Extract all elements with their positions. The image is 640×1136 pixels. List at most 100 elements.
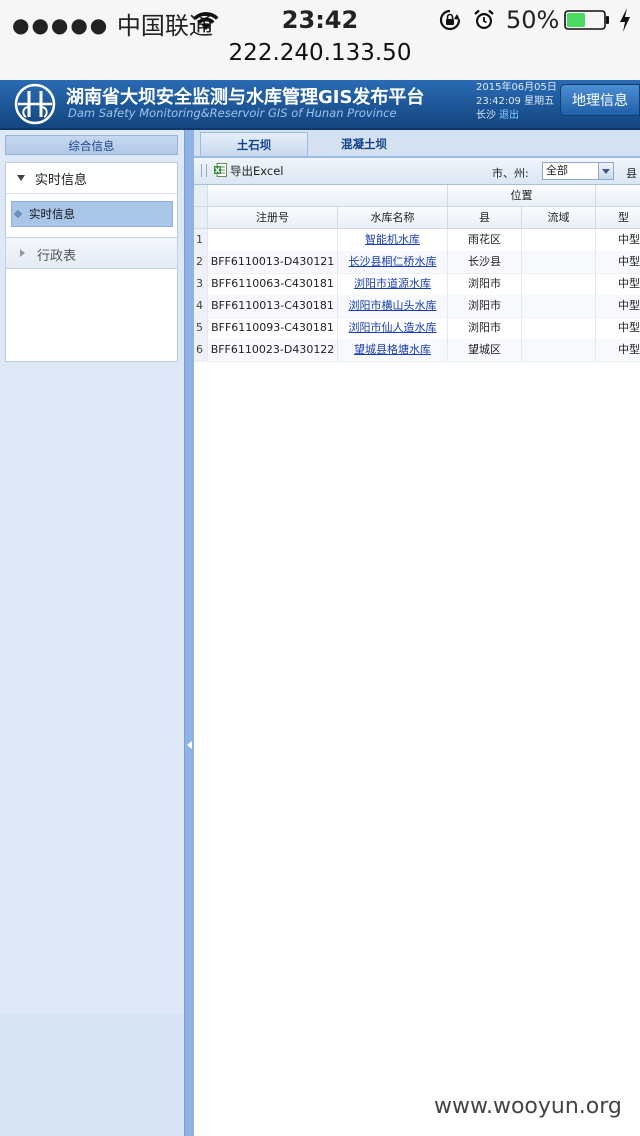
cell-reservoir-name: 智能机水库 — [338, 229, 448, 251]
status-bar: ●●●●● 中国联通 23:42 50% 222.240.133.50 — [0, 0, 640, 81]
accordion-realtime-header[interactable]: 实时信息 — [6, 163, 177, 194]
tab-concrete-dam[interactable]: 混凝土坝 — [310, 132, 418, 156]
cell-county: 浏阳市 — [448, 273, 522, 295]
col-header-reg-no[interactable]: 注册号 — [208, 207, 338, 228]
cell-county: 浏阳市 — [448, 295, 522, 317]
cell-reg-no: BFF6110023-D430122 — [208, 339, 338, 361]
cell-county: 长沙县 — [448, 251, 522, 273]
col-header-type[interactable]: 型 — [596, 207, 640, 228]
sidebar-header: 综合信息 — [5, 135, 178, 155]
cell-type: 中型 — [596, 317, 640, 339]
url-bar[interactable]: 222.240.133.50 — [0, 40, 640, 66]
row-number: 1 — [194, 229, 208, 251]
collapsed-arrow-icon — [20, 249, 25, 257]
accordion-realtime-label: 实时信息 — [35, 173, 88, 188]
cell-county: 望城区 — [448, 339, 522, 361]
col-header-basin[interactable]: 流域 — [522, 207, 596, 228]
row-number: 6 — [194, 339, 208, 361]
cell-basin — [522, 229, 596, 251]
cell-reg-no — [208, 229, 338, 251]
app-subtitle: Dam Safety Monitoring&Reservoir GIS of H… — [68, 106, 397, 120]
cell-reg-no: BFF6110093-C430181 — [208, 317, 338, 339]
header-datetime: 23:42:09 星期五 — [476, 96, 555, 107]
user-info: 长沙 退出 — [476, 109, 519, 123]
table-row[interactable]: 1 智能机水库 雨花区 中型 — [194, 229, 640, 252]
table-row[interactable]: 5 BFF6110093-C430181 浏阳市仙人造水库 浏阳市 中型 — [194, 317, 640, 340]
cell-reservoir-name: 长沙县桐仁桥水库 — [338, 251, 448, 273]
header-spacer — [596, 185, 640, 206]
charging-bolt-icon — [620, 8, 630, 32]
cell-type: 中型 — [596, 339, 640, 361]
toolbar-separator — [201, 164, 202, 177]
cell-basin — [522, 317, 596, 339]
col-header-reservoir-name[interactable]: 水库名称 — [338, 207, 448, 228]
reservoir-link[interactable]: 望城县格塘水库 — [354, 343, 431, 356]
alarm-icon — [474, 9, 494, 29]
watermark: www.wooyun.org — [434, 1094, 622, 1119]
chevron-down-icon[interactable] — [598, 163, 613, 179]
cell-reservoir-name: 望城县格塘水库 — [338, 339, 448, 361]
table-row[interactable]: 2 BFF6110013-D430121 长沙县桐仁桥水库 长沙县 中型 — [194, 251, 640, 274]
reservoir-link[interactable]: 智能机水库 — [365, 233, 420, 246]
header-date: 2015年06月05日 — [476, 82, 557, 93]
table-row[interactable]: 3 BFF6110063-C430181 浏阳市道源水库 浏阳市 中型 — [194, 273, 640, 296]
main-panel: 土石坝 混凝土坝 导出Excel 市、州: 全部 县 位置 注册号 水库名称 县… — [194, 130, 640, 1136]
cell-basin — [522, 251, 596, 273]
row-number: 4 — [194, 295, 208, 317]
accordion-admin-table[interactable]: 行政表 — [5, 237, 178, 269]
row-number: 5 — [194, 317, 208, 339]
cell-basin — [522, 273, 596, 295]
geo-info-button[interactable]: 地理信息 — [560, 84, 640, 116]
col-header-county[interactable]: 县 — [448, 207, 522, 228]
rotation-lock-icon — [439, 9, 461, 31]
grid-column-header: 注册号 水库名称 县 流域 型 — [194, 207, 640, 229]
logout-link[interactable]: 退出 — [499, 110, 519, 121]
row-number-header — [194, 207, 208, 228]
row-number-header — [194, 185, 208, 206]
header-spacer — [208, 185, 448, 206]
sidebar-item-label: 实时信息 — [29, 207, 75, 221]
sidebar: 综合信息 实时信息 实时信息 行政表 — [0, 130, 184, 1136]
row-number: 3 — [194, 273, 208, 295]
row-number: 2 — [194, 251, 208, 273]
user-city: 长沙 — [476, 110, 496, 121]
export-excel-button[interactable]: 导出Excel — [230, 163, 283, 179]
city-select[interactable]: 全部 — [542, 162, 614, 180]
cell-county: 雨花区 — [448, 229, 522, 251]
toolbar-separator — [206, 164, 207, 177]
expand-arrow-icon — [17, 175, 25, 181]
excel-icon[interactable] — [214, 163, 227, 177]
cell-reg-no: BFF6110063-C430181 — [208, 273, 338, 295]
reservoir-link[interactable]: 长沙县桐仁桥水库 — [349, 255, 437, 268]
grid-toolbar: 导出Excel 市、州: 全部 县 — [194, 158, 640, 185]
cell-type: 中型 — [596, 273, 640, 295]
collapse-left-icon[interactable] — [187, 741, 192, 749]
cell-type: 中型 — [596, 229, 640, 251]
sidebar-footer — [0, 1014, 184, 1136]
battery-icon — [564, 10, 609, 30]
county-filter-label: 县 — [626, 167, 637, 180]
table-row[interactable]: 4 BFF6110013-C430181 浏阳市横山头水库 浏阳市 中型 — [194, 295, 640, 318]
cell-reservoir-name: 浏阳市横山头水库 — [338, 295, 448, 317]
cell-reservoir-name: 浏阳市仙人造水库 — [338, 317, 448, 339]
panel-splitter[interactable] — [184, 130, 194, 1136]
reservoir-link[interactable]: 浏阳市横山头水库 — [349, 299, 437, 312]
reservoir-link[interactable]: 浏阳市仙人造水库 — [349, 321, 437, 334]
tab-earth-rock-dam[interactable]: 土石坝 — [200, 132, 308, 156]
cell-type: 中型 — [596, 295, 640, 317]
cell-reg-no: BFF6110013-C430181 — [208, 295, 338, 317]
city-select-value: 全部 — [546, 164, 568, 177]
sidebar-item-realtime[interactable]: 实时信息 — [11, 201, 173, 227]
header-location-group: 位置 — [448, 185, 596, 206]
grid-group-header: 位置 — [194, 185, 640, 207]
cell-basin — [522, 295, 596, 317]
cell-basin — [522, 339, 596, 361]
cell-county: 浏阳市 — [448, 317, 522, 339]
battery-percent: 50% — [506, 6, 560, 34]
table-row[interactable]: 6 BFF6110023-D430122 望城县格塘水库 望城区 中型 — [194, 339, 640, 362]
tree-node-icon — [13, 209, 23, 219]
app-header: 湖南省大坝安全监测与水库管理GIS发布平台 Dam Safety Monitor… — [0, 80, 640, 130]
reservoir-link[interactable]: 浏阳市道源水库 — [354, 277, 431, 290]
cell-reservoir-name: 浏阳市道源水库 — [338, 273, 448, 295]
tab-bar: 土石坝 混凝土坝 — [194, 130, 640, 158]
